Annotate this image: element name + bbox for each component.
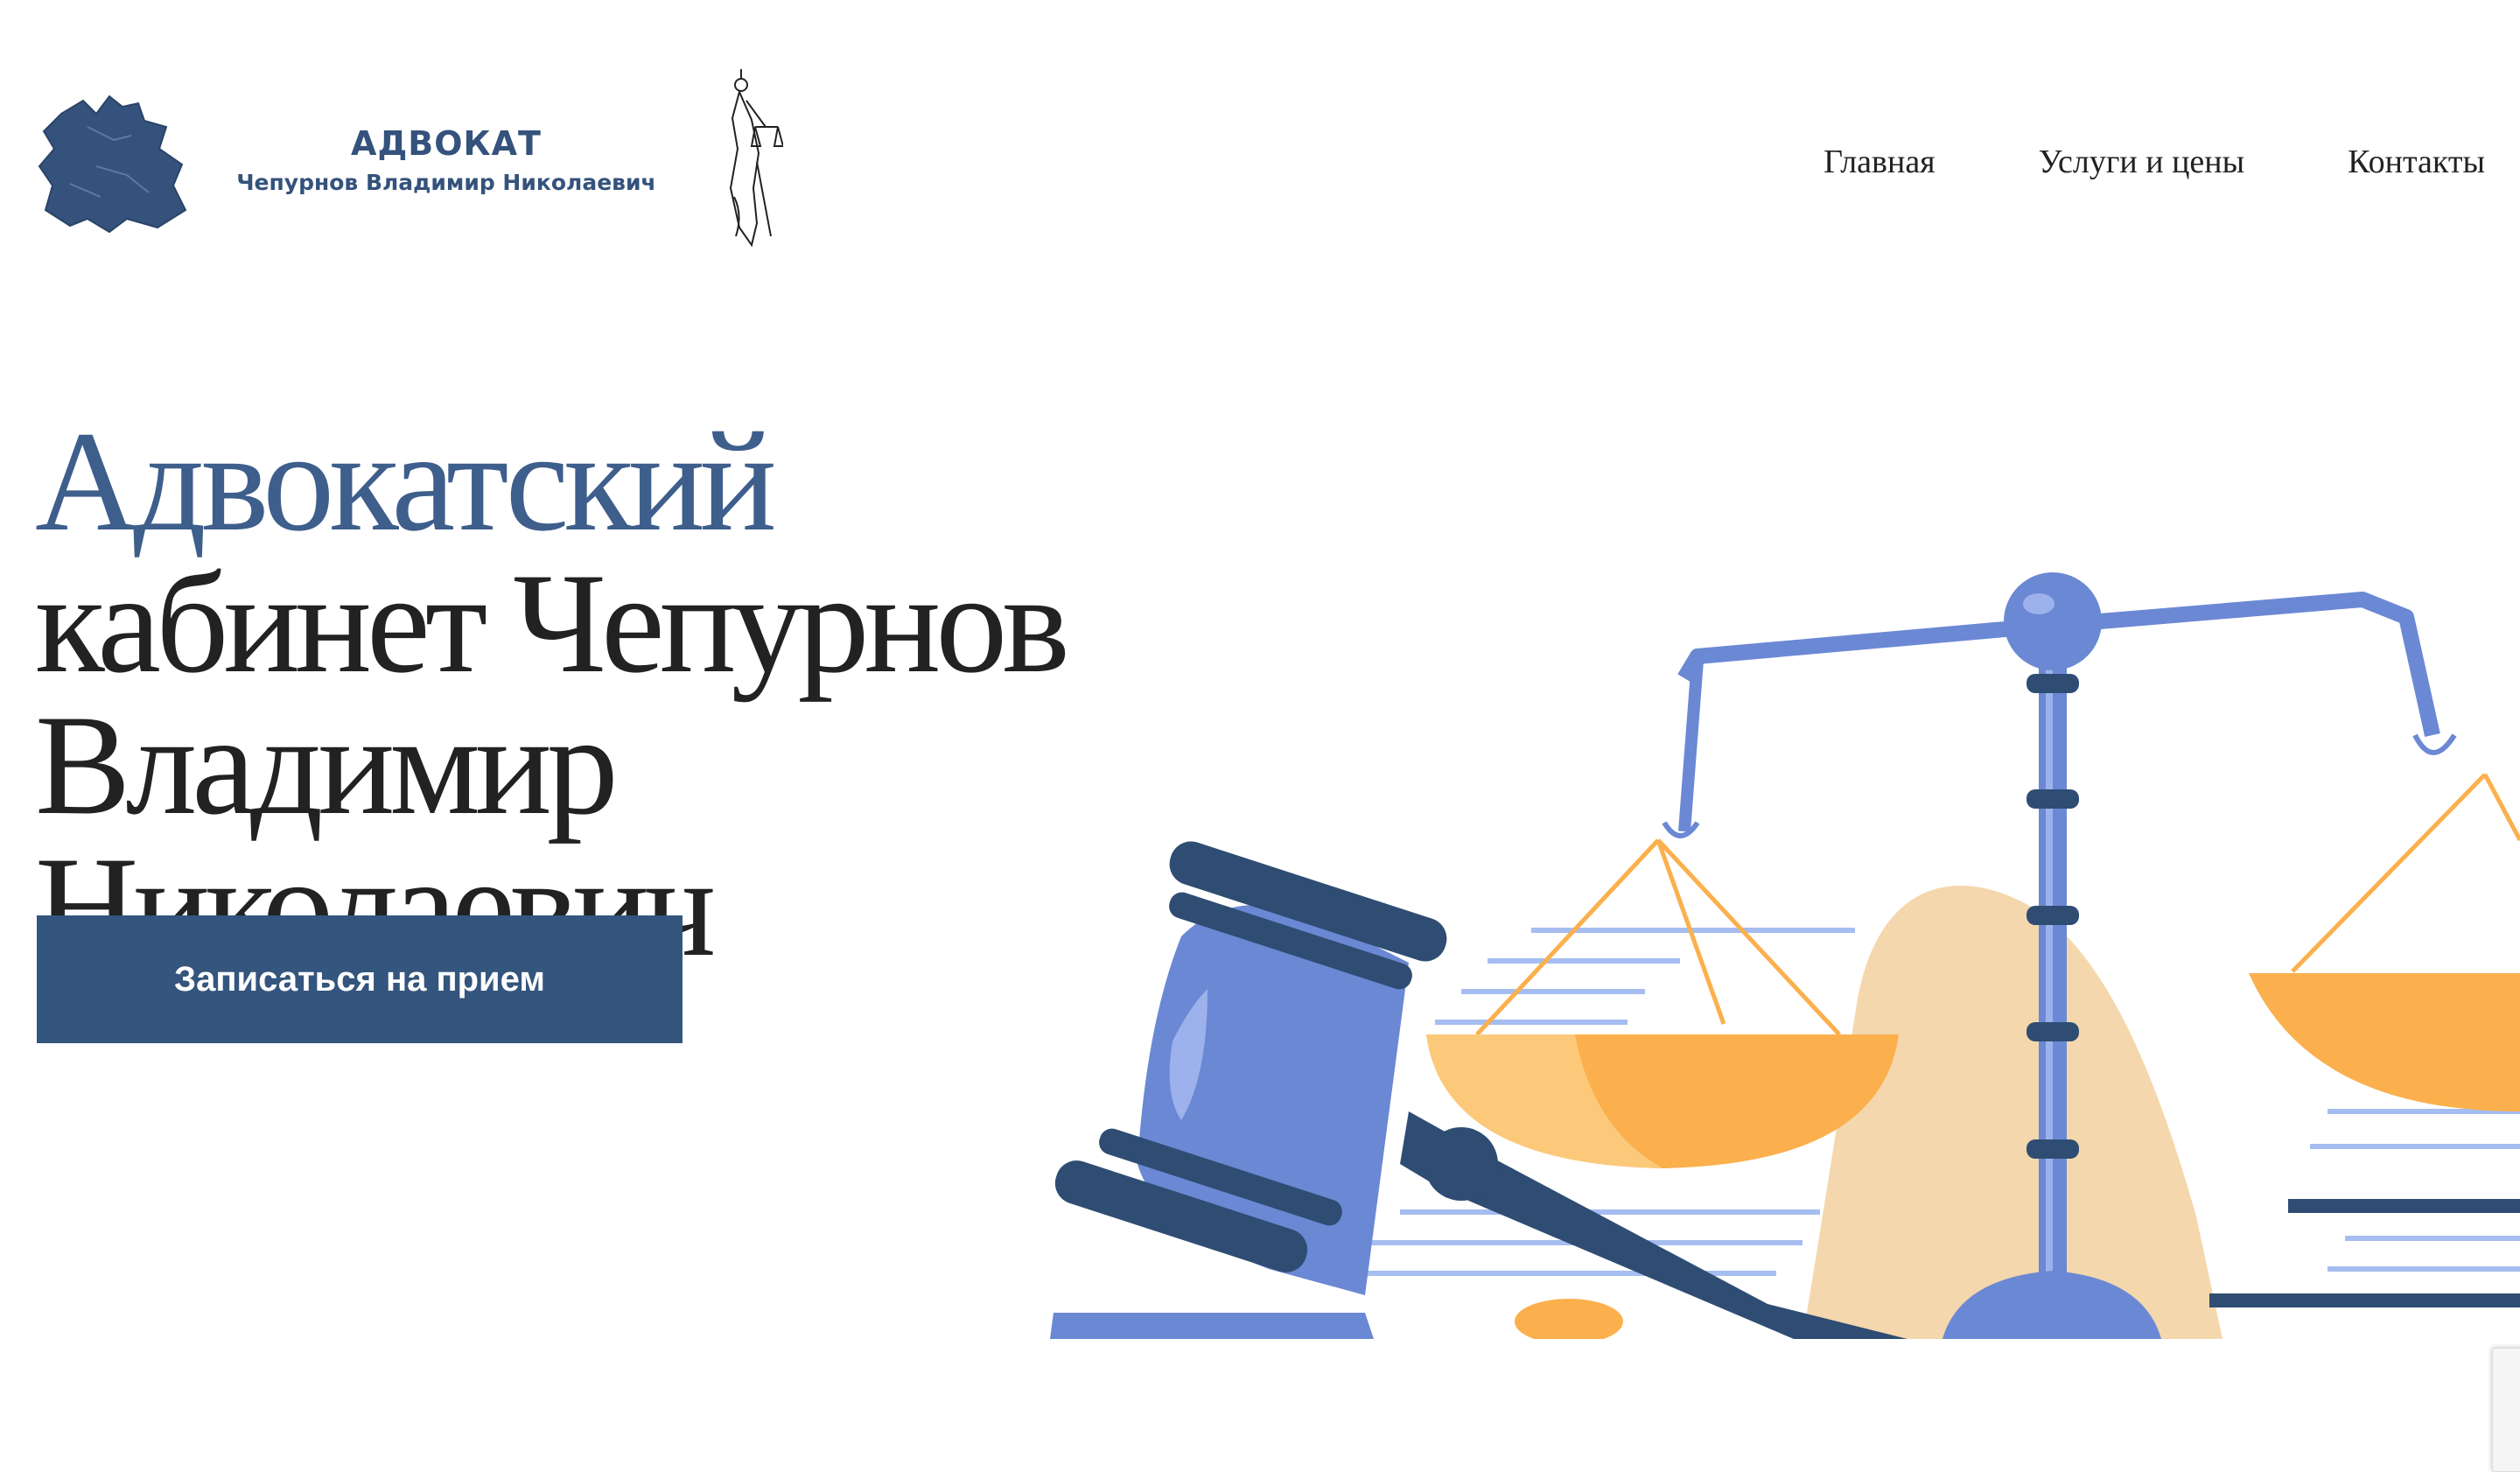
book-appointment-button[interactable]: Записаться на прием — [37, 915, 682, 1043]
hero-title: Адвокатский кабинет Чепурнов Владимир Ни… — [35, 410, 1085, 979]
scale-beam-left-arm — [1678, 660, 1704, 832]
gavel-handle-joint — [1424, 1127, 1498, 1201]
document-lines-right — [2310, 1109, 2520, 1272]
main-nav: Главная Услуги и цены Контакты — [1824, 140, 2485, 184]
scale-pillar-highlight — [2046, 665, 2053, 1295]
scale-top-knob — [2004, 572, 2102, 670]
nav-contacts[interactable]: Контакты — [2348, 140, 2485, 184]
logo-subtitle: Чепурнов Владимир Николаевич — [236, 170, 656, 195]
dark-bar-right-bottom — [2209, 1293, 2520, 1307]
background-blob — [1802, 886, 2222, 1339]
recaptcha-badge[interactable] — [2492, 1348, 2520, 1472]
logo[interactable]: АДВОКАТ Чепурнов Владимир Николаевич — [219, 123, 674, 198]
nav-services-prices[interactable]: Услуги и цены — [2039, 140, 2245, 184]
dark-bar-right-top — [2288, 1199, 2520, 1213]
logo-title: АДВОКАТ — [351, 124, 542, 163]
gavel-block — [1050, 1313, 1374, 1339]
coin — [1515, 1299, 1623, 1339]
nav-home[interactable]: Главная — [1824, 140, 1936, 184]
scale-hook-right — [2412, 733, 2457, 755]
scale-pan-right — [2249, 973, 2520, 1111]
justice-illustration — [1050, 572, 2520, 1339]
region-map-logo-icon — [38, 95, 187, 234]
hero-title-accent: Адвокатский — [35, 403, 777, 561]
scale-top-knob-shine — [2023, 593, 2054, 614]
gavel-head — [1054, 841, 1447, 1295]
themis-statue-icon — [729, 69, 783, 248]
